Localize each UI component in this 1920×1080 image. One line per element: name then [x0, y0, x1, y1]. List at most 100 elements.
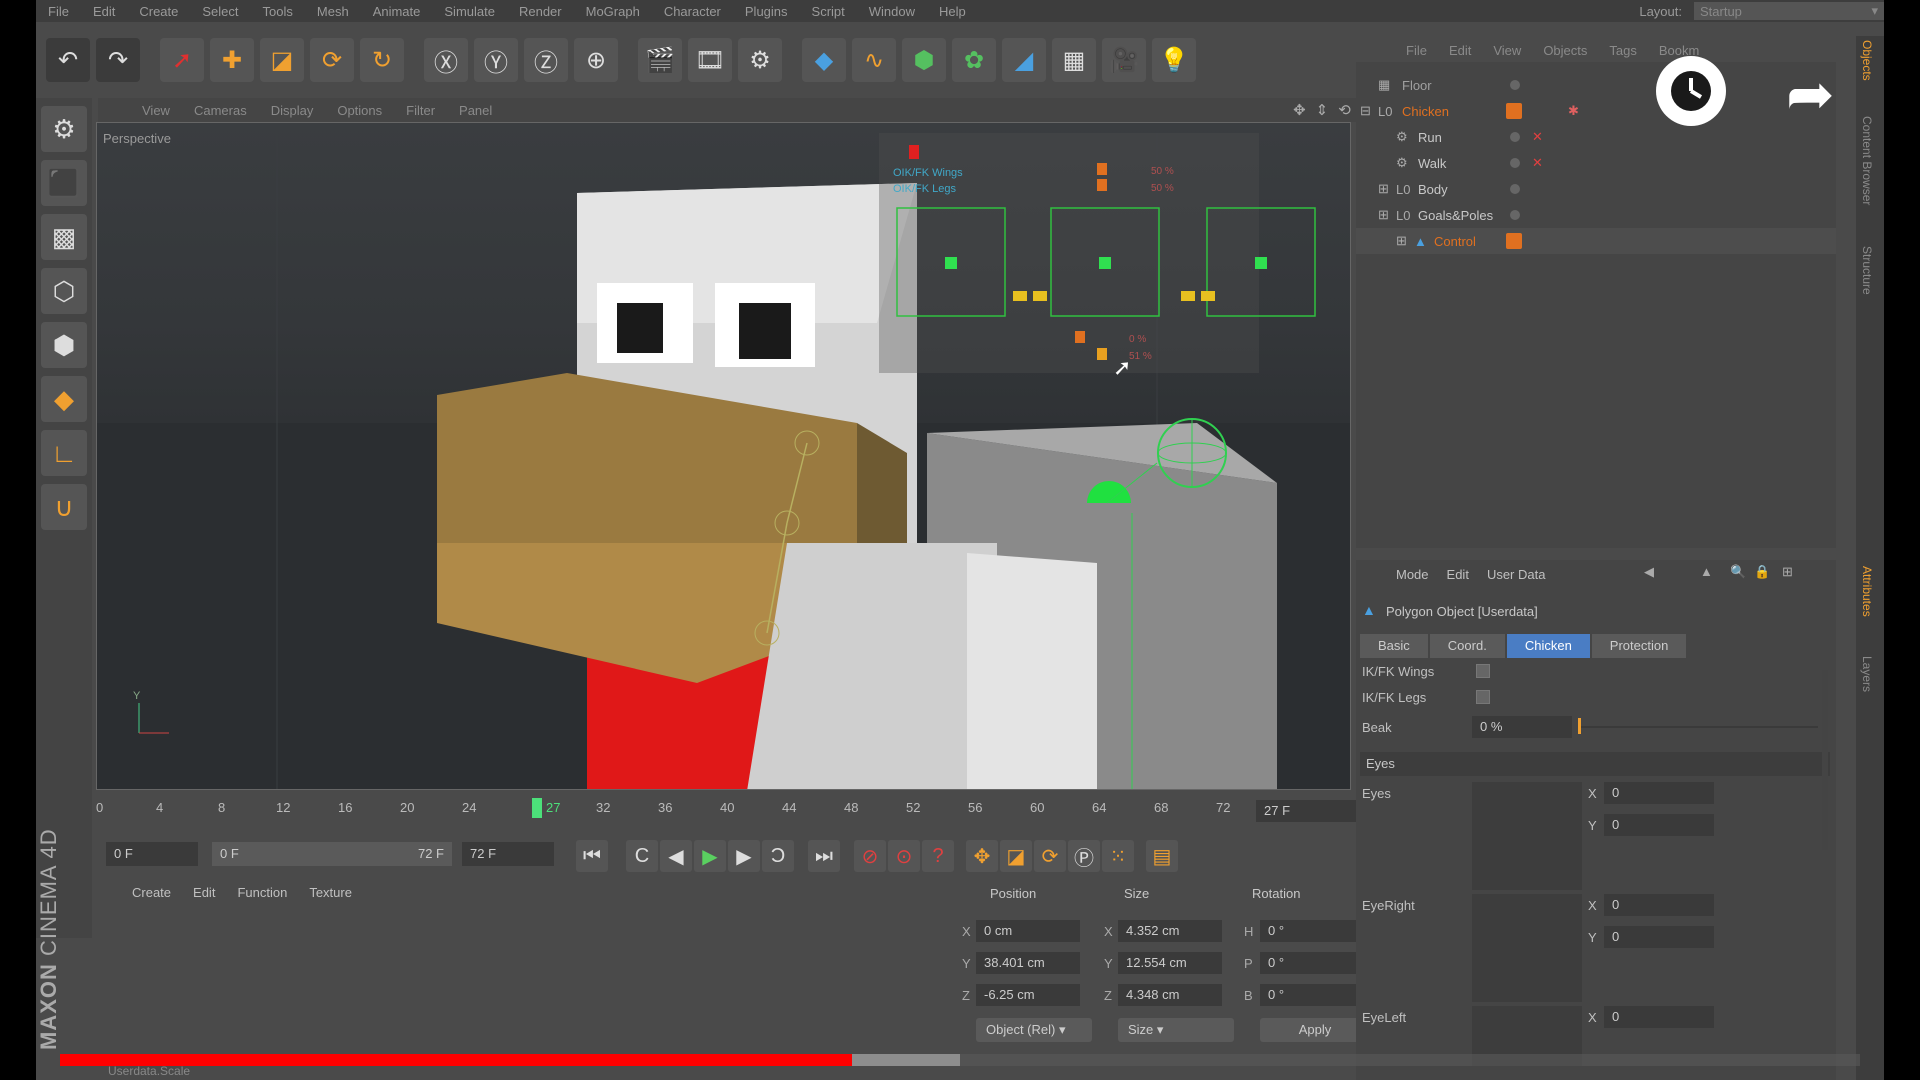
light-button[interactable]: 💡 [1152, 38, 1196, 82]
menu-script[interactable]: Script [812, 4, 845, 19]
material-menu-function[interactable]: Function [237, 885, 287, 900]
rotation-b-field[interactable]: 0 ° [1260, 984, 1364, 1006]
viewport-menu-cameras[interactable]: Cameras [194, 103, 247, 118]
object-menu-tags[interactable]: Tags [1609, 43, 1636, 58]
go-to-start-button[interactable]: ⏮ [576, 840, 608, 872]
attr-menu-userdata[interactable]: User Data [1487, 567, 1546, 582]
rotate-button[interactable]: ⟳ [310, 38, 354, 82]
current-frame-field[interactable]: 27 F [1256, 800, 1356, 822]
visibility-dot[interactable] [1510, 158, 1520, 168]
record-button[interactable]: ⊘ [854, 840, 886, 872]
beak-slider-handle[interactable] [1578, 718, 1581, 734]
menu-render[interactable]: Render [519, 4, 562, 19]
tab-layers[interactable]: Layers [1860, 656, 1874, 692]
previous-frame-button[interactable]: ◀ [660, 840, 692, 872]
viewport-menu-panel[interactable]: Panel [459, 103, 492, 118]
search-icon[interactable]: 🔍 [1730, 564, 1746, 580]
tab-structure[interactable]: Structure [1860, 246, 1874, 295]
menu-edit[interactable]: Edit [93, 4, 115, 19]
object-row-floor[interactable]: ▦ Floor [1356, 72, 1836, 98]
array-button[interactable]: ✿ [952, 38, 996, 82]
collapse-icon[interactable]: ⊟ [1360, 103, 1371, 119]
menu-character[interactable]: Character [664, 4, 721, 19]
viewport-menu-filter[interactable]: Filter [406, 103, 435, 118]
subdivision-button[interactable]: ⬢ [902, 38, 946, 82]
video-progress-bar[interactable] [60, 1054, 1860, 1066]
end-frame-field[interactable]: 72 F [462, 842, 554, 866]
viewport-menu-view[interactable]: View [142, 103, 170, 118]
lock-icon[interactable]: 🔒 [1754, 564, 1770, 580]
object-row-walk[interactable]: ⚙ Walk ✕ [1356, 150, 1836, 176]
position-x-field[interactable]: 0 cm [976, 920, 1080, 942]
timeline-playhead[interactable] [532, 798, 542, 818]
edges-mode-button[interactable]: ⬢ [41, 322, 87, 368]
size-z-field[interactable]: 4.348 cm [1118, 984, 1222, 1006]
camera-button[interactable]: 🎥 [1102, 38, 1146, 82]
frame-range-slider[interactable]: 0 F 72 F [212, 842, 452, 866]
tab-objects[interactable]: Objects [1860, 40, 1874, 81]
up-arrow-icon[interactable]: ▲ [1700, 564, 1713, 579]
ik-legs-checkbox[interactable] [1476, 690, 1490, 704]
pan-icon[interactable]: ✥ [1293, 101, 1306, 119]
menu-help[interactable]: Help [939, 4, 966, 19]
menu-animate[interactable]: Animate [373, 4, 421, 19]
key-pla-button[interactable]: ⁙ [1102, 840, 1134, 872]
section-eyes[interactable]: Eyes [1360, 752, 1830, 776]
menu-window[interactable]: Window [869, 4, 915, 19]
timeline-ruler[interactable]: 0 4 8 12 16 20 24 27 32 36 40 44 48 52 5… [88, 800, 1278, 818]
attribute-scrollbar[interactable] [1822, 670, 1828, 850]
disabled-x-icon[interactable]: ✕ [1532, 155, 1543, 171]
points-mode-button[interactable]: ⬡ [41, 268, 87, 314]
go-to-end-button[interactable]: ⏭ [808, 840, 840, 872]
beak-slider[interactable] [1578, 726, 1818, 728]
material-menu-create[interactable]: Create [132, 885, 171, 900]
expand-icon[interactable]: ⊞ [1378, 207, 1389, 223]
visibility-dot[interactable] [1510, 132, 1520, 142]
y-axis-button[interactable]: Ⓨ [474, 38, 518, 82]
keyframe-selection-button[interactable]: ? [922, 840, 954, 872]
undo-button[interactable]: ↶ [46, 38, 90, 82]
tab-protection[interactable]: Protection [1591, 634, 1687, 658]
render-settings-button[interactable]: ⚙ [738, 38, 782, 82]
eyeright-x-field[interactable]: 0 [1604, 894, 1714, 916]
3d-viewport[interactable]: Perspective Y OIK/FK Wings OIK/FK Legs 5… [96, 122, 1351, 790]
polygons-mode-button[interactable]: ◆ [41, 376, 87, 422]
visibility-dot[interactable] [1510, 80, 1520, 90]
coordinate-mode-dropdown[interactable]: Object (Rel) ▾ [976, 1018, 1092, 1042]
ik-tag-icon[interactable]: ✱ [1568, 103, 1579, 119]
eyes-x-field[interactable]: 0 [1604, 782, 1714, 804]
zoom-icon[interactable]: ⇕ [1316, 101, 1329, 119]
viewport-menu-options[interactable]: Options [337, 103, 382, 118]
material-menu-edit[interactable]: Edit [193, 885, 215, 900]
object-row-control[interactable]: ⊞ ▲ Control [1356, 228, 1836, 254]
object-menu-view[interactable]: View [1493, 43, 1521, 58]
viewport-menu-display[interactable]: Display [271, 103, 314, 118]
redo-button[interactable]: ↷ [96, 38, 140, 82]
object-row-goals-poles[interactable]: ⊞ L0 Goals&Poles [1356, 202, 1836, 228]
tab-basic[interactable]: Basic [1360, 634, 1428, 658]
start-frame-field[interactable]: 0 F [106, 842, 198, 866]
x-axis-button[interactable]: Ⓧ [424, 38, 468, 82]
axis-mode-button[interactable]: ∟ [41, 430, 87, 476]
tab-coord[interactable]: Coord. [1429, 634, 1505, 658]
attr-menu-mode[interactable]: Mode [1396, 567, 1429, 582]
attr-menu-edit[interactable]: Edit [1447, 567, 1469, 582]
live-selection-button[interactable]: ➚ [160, 38, 204, 82]
autokey-button[interactable]: ⊙ [888, 840, 920, 872]
object-menu-edit[interactable]: Edit [1449, 43, 1471, 58]
render-picture-viewer-button[interactable]: 🎞 [688, 38, 732, 82]
object-menu-file[interactable]: File [1406, 43, 1427, 58]
previous-key-button[interactable]: C [626, 840, 658, 872]
z-axis-button[interactable]: Ⓩ [524, 38, 568, 82]
visibility-dot[interactable] [1510, 210, 1520, 220]
back-arrow-icon[interactable]: ◀ [1644, 564, 1654, 580]
expand-icon[interactable]: ⊞ [1396, 233, 1407, 249]
tab-chicken[interactable]: Chicken [1506, 634, 1590, 658]
next-key-button[interactable]: Ɔ [762, 840, 794, 872]
eyes-2d-pad[interactable] [1472, 782, 1582, 890]
key-rotation-button[interactable]: ⟳ [1034, 840, 1066, 872]
position-y-field[interactable]: 38.401 cm [976, 952, 1080, 974]
eyes-y-field[interactable]: 0 [1604, 814, 1714, 836]
rotation-h-field[interactable]: 0 ° [1260, 920, 1364, 942]
size-mode-dropdown[interactable]: Size ▾ [1118, 1018, 1234, 1042]
